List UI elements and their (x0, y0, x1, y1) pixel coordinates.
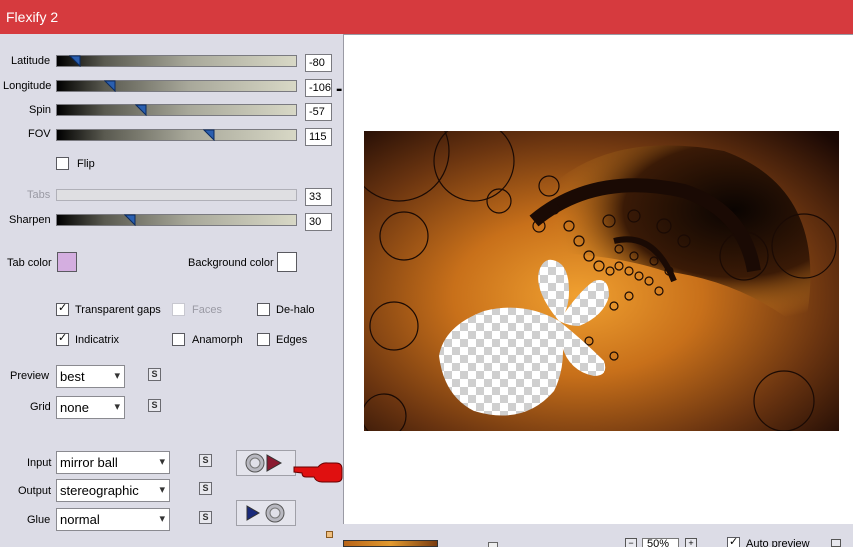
transparent-gaps-checkbox[interactable]: ✓ (56, 302, 69, 316)
globe-icon (246, 503, 285, 523)
faces-label: Faces (192, 304, 222, 316)
background-color-label: Background color (188, 257, 274, 269)
longitude-label: Longitude (3, 80, 52, 92)
longitude-thumb[interactable] (104, 80, 116, 92)
auto-preview-label: Auto preview (746, 538, 810, 547)
output-preview-button[interactable] (236, 500, 296, 526)
preset-icon[interactable]: S (199, 511, 212, 524)
latitude-thumb[interactable] (69, 55, 81, 67)
faces-checkbox[interactable] (172, 303, 185, 316)
zoom-level[interactable]: 50% (642, 538, 679, 547)
window-title: Flexify 2 (6, 9, 59, 25)
preset-icon[interactable]: S (148, 368, 161, 381)
status-bar: − 50% + ✓ Auto preview (343, 524, 853, 547)
spin-value[interactable]: -57 (305, 103, 332, 121)
fov-slider[interactable] (56, 129, 297, 141)
longitude-value[interactable]: -106 (305, 79, 332, 97)
latitude-value[interactable]: -80 (305, 54, 332, 72)
glue-select[interactable]: normal ▾ (56, 508, 170, 531)
fov-thumb[interactable] (203, 129, 215, 141)
globe-icon (245, 453, 283, 473)
anamorph-checkbox[interactable] (172, 333, 185, 346)
flip-checkbox[interactable] (56, 157, 69, 170)
title-bar: Flexify 2 (0, 0, 853, 34)
input-select[interactable]: mirror ball ▾ (56, 451, 170, 474)
resize-grip[interactable] (326, 531, 333, 538)
spin-label: Spin (29, 104, 52, 116)
glue-label: Glue (27, 514, 51, 526)
sharpen-slider[interactable] (56, 214, 297, 226)
check-icon: ✓ (58, 302, 68, 314)
preview-label: Preview (10, 370, 50, 382)
navigator-handle[interactable] (488, 542, 498, 547)
plus-icon: + (688, 538, 694, 547)
fov-label: FOV (28, 128, 51, 140)
edges-checkbox[interactable] (257, 333, 270, 346)
spin-thumb[interactable] (135, 104, 147, 116)
tabs-value[interactable]: 33 (305, 188, 332, 206)
zoom-in-button[interactable]: + (685, 538, 697, 547)
edges-label: Edges (276, 334, 308, 346)
auto-preview-checkbox[interactable]: ✓ (727, 536, 740, 547)
tab-color-swatch[interactable] (57, 252, 77, 272)
input-select-value: mirror ball (60, 455, 118, 470)
input-label: Input (27, 457, 52, 469)
sharpen-thumb[interactable] (124, 214, 136, 226)
indicatrix-checkbox[interactable]: ✓ (56, 332, 69, 346)
tabs-slider[interactable] (56, 189, 297, 201)
transparent-gaps-label: Transparent gaps (75, 304, 161, 316)
tabs-label: Tabs (27, 189, 51, 201)
pointing-hand-icon (293, 462, 343, 483)
sharpen-value[interactable]: 30 (305, 213, 332, 231)
chevron-down-icon: ▾ (159, 484, 165, 496)
longitude-slider[interactable] (56, 80, 297, 92)
output-select-value: stereographic (60, 483, 139, 498)
input-preview-button[interactable] (236, 450, 296, 476)
chevron-down-icon: ▾ (159, 456, 165, 468)
navigator-thumbnail[interactable] (343, 540, 438, 547)
check-icon: ✓ (58, 332, 68, 344)
controls-panel: Latitude -80 Longitude -106 Spin -57 FOV… (0, 34, 343, 547)
chevron-down-icon: ▾ (114, 401, 120, 413)
preview-pane (343, 34, 853, 524)
fov-value[interactable]: 115 (305, 128, 332, 146)
preset-icon[interactable]: S (148, 399, 161, 412)
preview-image[interactable] (364, 131, 839, 431)
chevron-down-icon: ▾ (114, 370, 120, 382)
check-icon: ✓ (729, 536, 739, 547)
output-label: Output (18, 485, 52, 497)
spin-slider[interactable] (56, 104, 297, 116)
indicatrix-label: Indicatrix (75, 334, 120, 346)
flip-label: Flip (77, 158, 95, 170)
latitude-slider[interactable] (56, 55, 297, 67)
minus-icon: − (628, 538, 634, 547)
zoom-out-button[interactable]: − (625, 538, 637, 547)
flexify-preview-render (364, 131, 839, 431)
preset-icon[interactable]: S (199, 454, 212, 467)
output-select[interactable]: stereographic ▾ (56, 479, 170, 502)
glue-select-value: normal (60, 512, 100, 527)
preview-select-value: best (60, 369, 85, 384)
anamorph-label: Anamorph (192, 334, 243, 346)
sharpen-label: Sharpen (9, 214, 51, 226)
preview-select[interactable]: best ▾ (56, 365, 125, 388)
de-halo-label: De-halo (276, 304, 315, 316)
latitude-label: Latitude (11, 55, 51, 67)
grid-select-value: none (60, 400, 89, 415)
background-color-swatch[interactable] (277, 252, 297, 272)
de-halo-checkbox[interactable] (257, 303, 270, 316)
tab-color-label: Tab color (7, 257, 52, 269)
chevron-down-icon: ▾ (159, 513, 165, 525)
grid-label: Grid (30, 401, 51, 413)
grid-select[interactable]: none ▾ (56, 396, 125, 419)
preset-icon[interactable]: S (199, 482, 212, 495)
refresh-button[interactable] (831, 539, 841, 547)
